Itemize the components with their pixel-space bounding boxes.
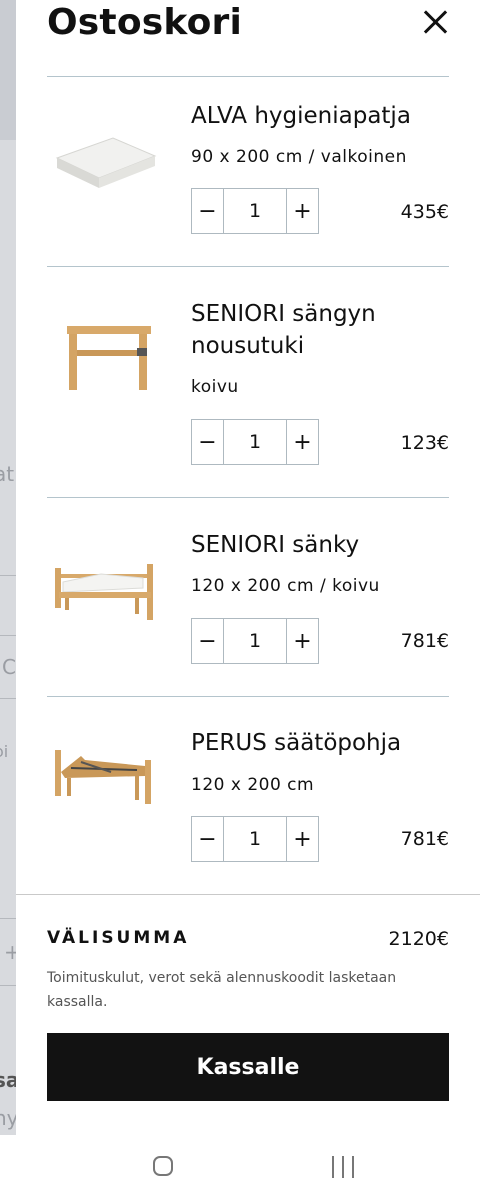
background-text-fragment: at	[0, 462, 15, 486]
cart-drawer: Ostoskori ALVA hygieniapatja 90 x 200 cm…	[16, 0, 480, 1135]
decrease-quantity-button[interactable]: −	[192, 420, 223, 464]
background-divider	[0, 635, 16, 636]
background-divider	[0, 985, 16, 986]
background-text-fragment: C	[2, 655, 16, 679]
item-variant: 90 x 200 cm / valkoinen	[191, 147, 407, 167]
background-divider	[0, 698, 16, 699]
quantity-stepper: − 1 +	[191, 188, 319, 234]
system-navigation-bar	[0, 1135, 480, 1191]
divider	[47, 266, 449, 267]
subtotal-label: VÄLISUMMA	[47, 928, 190, 948]
background-divider	[0, 575, 16, 576]
bed-support-image	[67, 326, 151, 390]
home-nav-icon[interactable]	[153, 1156, 173, 1176]
item-variant: 120 x 200 cm / koivu	[191, 576, 380, 596]
decrease-quantity-button[interactable]: −	[192, 619, 223, 663]
item-name: SENIORI sängyn nousutuki	[191, 301, 376, 359]
item-name: SENIORI sänky	[191, 532, 360, 558]
background-text-fragment: sa	[0, 1068, 16, 1092]
mattress-image	[55, 137, 157, 188]
quantity-stepper: − 1 +	[191, 816, 319, 862]
increase-quantity-button[interactable]: +	[287, 817, 318, 861]
decrease-quantity-button[interactable]: −	[192, 189, 223, 233]
background-text-fragment: oi	[0, 742, 9, 761]
cart-title: Ostoskori	[47, 2, 243, 43]
bed-image	[55, 564, 153, 620]
quantity-value[interactable]: 1	[223, 189, 287, 233]
item-price: 123€	[400, 432, 449, 454]
background-page: at C oi + sa ny	[0, 0, 16, 1135]
divider	[47, 497, 449, 498]
increase-quantity-button[interactable]: +	[287, 420, 318, 464]
decrease-quantity-button[interactable]: −	[192, 817, 223, 861]
divider	[47, 696, 449, 697]
divider	[47, 76, 449, 77]
background-text-fragment: ny	[0, 1106, 16, 1130]
increase-quantity-button[interactable]: +	[287, 189, 318, 233]
adjustable-bed-base-image	[55, 750, 151, 804]
item-variant: 120 x 200 cm	[191, 775, 315, 795]
quantity-value[interactable]: 1	[223, 420, 287, 464]
item-price: 781€	[400, 630, 449, 652]
quantity-stepper: − 1 +	[191, 618, 319, 664]
recent-apps-icon[interactable]	[331, 1156, 355, 1178]
background-divider	[0, 918, 16, 919]
item-name: ALVA hygieniapatja	[191, 103, 411, 129]
subtotal-value: 2120€	[388, 928, 449, 950]
checkout-note: Toimituskulut, verot sekä alennuskoodit …	[47, 970, 397, 1010]
quantity-value[interactable]: 1	[223, 619, 287, 663]
item-price: 435€	[400, 201, 449, 223]
quantity-stepper: − 1 +	[191, 419, 319, 465]
item-name: PERUS säätöpohja	[191, 730, 402, 756]
item-variant: koivu	[191, 377, 239, 397]
close-icon[interactable]	[420, 6, 452, 38]
background-image-fragment	[0, 0, 16, 140]
quantity-value[interactable]: 1	[223, 817, 287, 861]
increase-quantity-button[interactable]: +	[287, 619, 318, 663]
background-text-fragment: +	[4, 940, 16, 964]
item-price: 781€	[400, 828, 449, 850]
checkout-button[interactable]: Kassalle	[47, 1033, 449, 1101]
footer-divider	[16, 894, 480, 895]
